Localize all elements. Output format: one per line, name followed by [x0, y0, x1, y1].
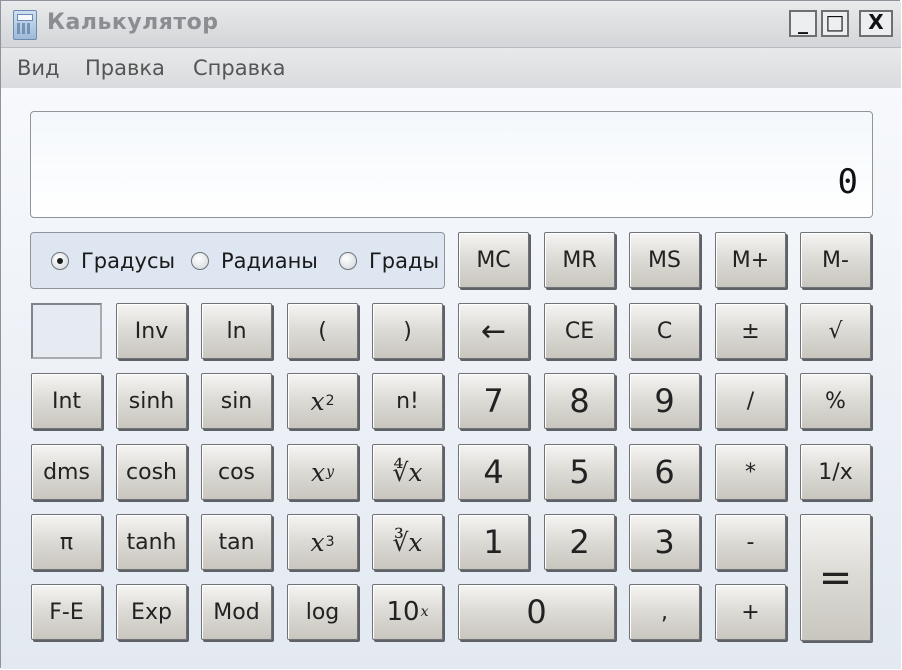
- minimize-button[interactable]: _: [789, 10, 817, 37]
- calculator-app-icon: [13, 10, 37, 40]
- window-title: Калькулятор: [47, 10, 219, 35]
- x-cubed-base: x: [310, 527, 325, 557]
- c-button[interactable]: C: [629, 303, 700, 359]
- sinh-button[interactable]: sinh: [116, 373, 187, 429]
- digit-9-button[interactable]: 9: [629, 373, 700, 429]
- menu-help[interactable]: Справка: [193, 56, 286, 80]
- digit-7-button[interactable]: 7: [458, 373, 529, 429]
- int-button[interactable]: Int: [31, 373, 102, 429]
- factorial-button[interactable]: n!: [372, 373, 443, 429]
- cosh-button[interactable]: cosh: [116, 444, 187, 500]
- digit-6-button[interactable]: 6: [629, 444, 700, 500]
- decimal-button[interactable]: ,: [629, 584, 700, 640]
- plus-minus-button[interactable]: ±: [715, 303, 786, 359]
- digit-3-button[interactable]: 3: [629, 514, 700, 570]
- x-squared-base: x: [310, 386, 325, 416]
- plus-button[interactable]: +: [715, 584, 786, 640]
- radio-radians[interactable]: Радианы: [191, 249, 318, 273]
- tan-button[interactable]: tan: [201, 514, 272, 570]
- radio-degrees[interactable]: Градусы: [51, 249, 175, 273]
- exp-button[interactable]: Exp: [116, 584, 187, 640]
- sin-button[interactable]: sin: [201, 373, 272, 429]
- minus-button[interactable]: -: [715, 514, 786, 570]
- radio-circle-grads[interactable]: [339, 252, 357, 270]
- radio-circle-degrees[interactable]: [51, 252, 69, 270]
- m-minus-button[interactable]: M-: [800, 232, 871, 288]
- close-paren-button[interactable]: ): [372, 303, 443, 359]
- digit-1-button[interactable]: 1: [458, 514, 529, 570]
- maximize-button[interactable]: □: [821, 10, 849, 37]
- ten-power-exponent: x: [420, 604, 429, 620]
- open-paren-button[interactable]: (: [287, 303, 358, 359]
- digit-2-button[interactable]: 2: [544, 514, 615, 570]
- digit-8-button[interactable]: 8: [544, 373, 615, 429]
- radio-circle-radians[interactable]: [191, 252, 209, 270]
- percent-button[interactable]: %: [800, 373, 871, 429]
- digit-0-button[interactable]: 0: [458, 584, 615, 640]
- display-value: 0: [837, 162, 858, 202]
- digit-4-button[interactable]: 4: [458, 444, 529, 500]
- radio-label-degrees: Градусы: [81, 249, 176, 273]
- y-root-label: ∜x: [392, 457, 423, 487]
- menu-bar: Вид Правка Справка: [1, 48, 901, 88]
- y-root-button[interactable]: ∜x: [372, 444, 443, 500]
- x-power-y-button[interactable]: xy: [287, 444, 358, 500]
- multiply-button[interactable]: *: [715, 444, 786, 500]
- x-squared-button[interactable]: x2: [287, 373, 358, 429]
- tanh-button[interactable]: tanh: [116, 514, 187, 570]
- ce-button[interactable]: CE: [544, 303, 615, 359]
- reciprocal-button[interactable]: 1/x: [800, 444, 871, 500]
- x-cubed-exponent: 3: [325, 534, 335, 550]
- radio-label-radians: Радианы: [221, 249, 318, 273]
- x-cubed-button[interactable]: x3: [287, 514, 358, 570]
- menu-view[interactable]: Вид: [17, 56, 60, 80]
- divide-button[interactable]: /: [715, 373, 786, 429]
- mc-button[interactable]: MC: [458, 232, 529, 288]
- x-power-y-exponent: y: [326, 464, 335, 480]
- cube-root-button[interactable]: ∛x: [372, 514, 443, 570]
- display-field: 0: [30, 111, 873, 218]
- x-power-y-base: x: [310, 457, 326, 487]
- mr-button[interactable]: MR: [544, 232, 615, 288]
- cos-button[interactable]: cos: [201, 444, 272, 500]
- ten-power-base: 10: [386, 597, 420, 627]
- fe-button[interactable]: F-E: [31, 584, 102, 640]
- radio-grads[interactable]: Грады: [339, 249, 439, 273]
- pi-button[interactable]: π: [31, 514, 102, 570]
- equals-button[interactable]: =: [800, 514, 871, 641]
- m-plus-button[interactable]: M+: [715, 232, 786, 288]
- backspace-button[interactable]: ←: [458, 303, 529, 359]
- dms-button[interactable]: dms: [31, 444, 102, 500]
- inv-button[interactable]: Inv: [116, 303, 187, 359]
- log-button[interactable]: log: [287, 584, 358, 640]
- angle-unit-group: Градусы Радианы Грады: [30, 232, 445, 289]
- calculator-window: Калькулятор _ □ X Вид Правка Справка 0 Г…: [0, 0, 901, 669]
- ms-button[interactable]: MS: [629, 232, 700, 288]
- close-button[interactable]: X: [859, 10, 893, 37]
- ln-button[interactable]: ln: [201, 303, 272, 359]
- mod-button[interactable]: Mod: [201, 584, 272, 640]
- cube-root-label: ∛x: [392, 527, 423, 557]
- menu-edit[interactable]: Правка: [85, 56, 165, 80]
- sqrt-button[interactable]: √: [800, 303, 871, 359]
- digit-5-button[interactable]: 5: [544, 444, 615, 500]
- ten-power-x-button[interactable]: 10 x: [372, 584, 443, 640]
- radio-label-grads: Грады: [369, 249, 440, 273]
- x-squared-exponent: 2: [325, 393, 335, 409]
- memory-indicator: [31, 303, 102, 359]
- title-bar: Калькулятор _ □ X: [1, 1, 901, 48]
